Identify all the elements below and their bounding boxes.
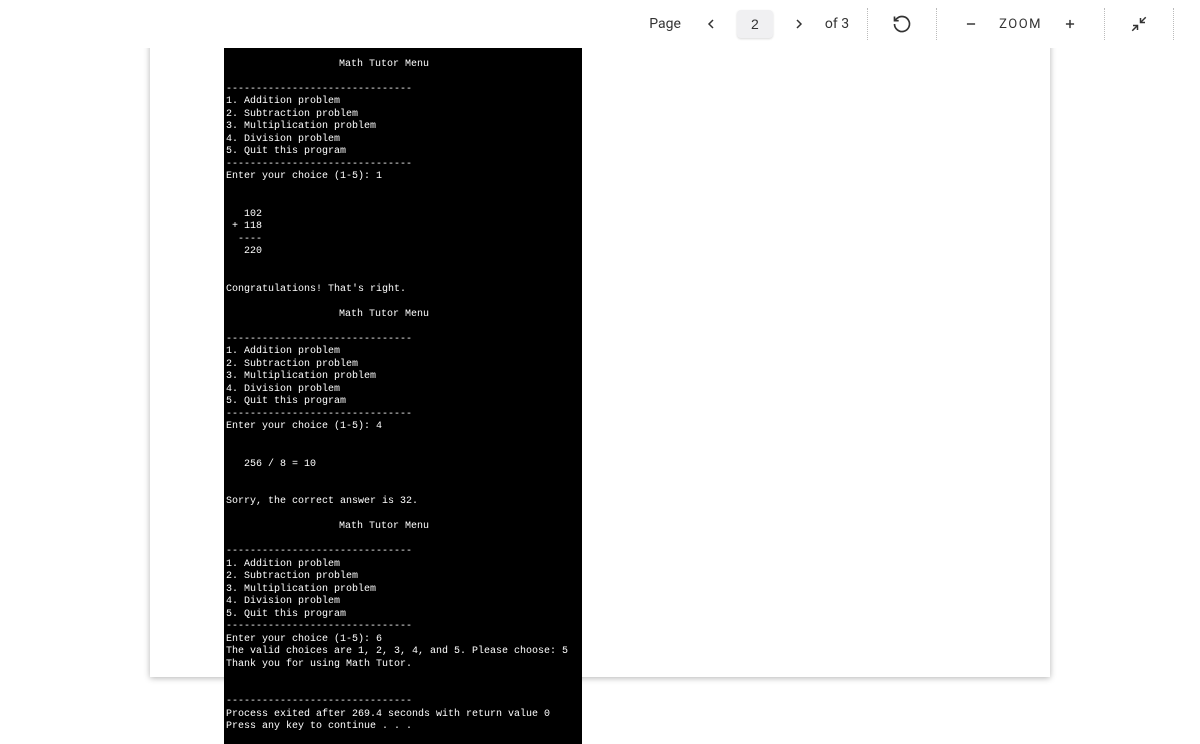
page-number-input[interactable] [737,10,773,38]
document-viewport: Math Tutor Menu ------------------------… [0,0,1200,675]
chevron-left-icon [703,16,719,32]
divider: ------------------------------- [226,334,412,345]
result-message: Sorry, the correct answer is 32. [226,496,418,507]
menu-item: 5. Quit this program [226,146,346,157]
page-total: of 3 [825,16,849,32]
toolbar-divider [867,8,868,40]
divider: ------------------------------- [226,84,412,95]
thanks-message: Thank you for using Math Tutor. [226,659,412,670]
minus-icon [964,17,978,31]
divider: ------------------------------- [226,409,412,420]
console-output: Math Tutor Menu ------------------------… [224,42,582,744]
menu-item: 1. Addition problem [226,96,340,107]
menu-item: 3. Multiplication problem [226,121,376,132]
menu-title: Math Tutor Menu [226,521,582,534]
document-page: Math Tutor Menu ------------------------… [150,4,1050,677]
result-message: Congratulations! That's right. [226,284,406,295]
menu-item: 4. Division problem [226,596,340,607]
prompt: Enter your choice (1-5): 6 [226,634,382,645]
plus-icon [1063,17,1077,31]
zoom-label: ZOOM [999,17,1042,32]
addition-line: ---- [226,234,262,245]
chevron-right-icon [791,16,807,32]
divider: ------------------------------- [226,696,412,707]
menu-item: 5. Quit this program [226,396,346,407]
addition-line: 102 [226,209,262,220]
menu-item: 3. Multiplication problem [226,584,376,595]
exit-fullscreen-button[interactable] [1123,8,1155,40]
menu-item: 1. Addition problem [226,346,340,357]
division-line: 256 / 8 = 10 [226,459,316,470]
toolbar-divider [1173,8,1174,40]
process-exit: Process exited after 269.4 seconds with … [226,709,550,720]
menu-item: 1. Addition problem [226,559,340,570]
divider: ------------------------------- [226,546,412,557]
valid-choices: The valid choices are 1, 2, 3, 4, and 5.… [226,646,568,657]
page-label: Page [649,16,681,32]
menu-title: Math Tutor Menu [226,59,582,72]
divider: ------------------------------- [226,621,412,632]
prev-page-button[interactable] [697,10,725,38]
divider: ------------------------------- [226,159,412,170]
menu-item: 2. Subtraction problem [226,109,358,120]
toolbar-divider [936,8,937,40]
addition-line: + 118 [226,221,262,232]
prompt: Enter your choice (1-5): 1 [226,171,382,182]
next-page-button[interactable] [785,10,813,38]
zoom-out-button[interactable] [955,8,987,40]
menu-item: 3. Multiplication problem [226,371,376,382]
viewer-toolbar: Page of 3 ZOOM [0,0,1200,48]
menu-item: 5. Quit this program [226,609,346,620]
press-key: Press any key to continue . . . [226,721,412,732]
menu-item: 4. Division problem [226,384,340,395]
rotate-icon [892,14,912,34]
rotate-button[interactable] [886,8,918,40]
menu-item: 4. Division problem [226,134,340,145]
zoom-in-button[interactable] [1054,8,1086,40]
menu-item: 2. Subtraction problem [226,571,358,582]
menu-item: 2. Subtraction problem [226,359,358,370]
prompt: Enter your choice (1-5): 4 [226,421,382,432]
collapse-icon [1130,15,1148,33]
addition-line: 220 [226,246,262,257]
toolbar-divider [1104,8,1105,40]
menu-title: Math Tutor Menu [226,309,582,322]
